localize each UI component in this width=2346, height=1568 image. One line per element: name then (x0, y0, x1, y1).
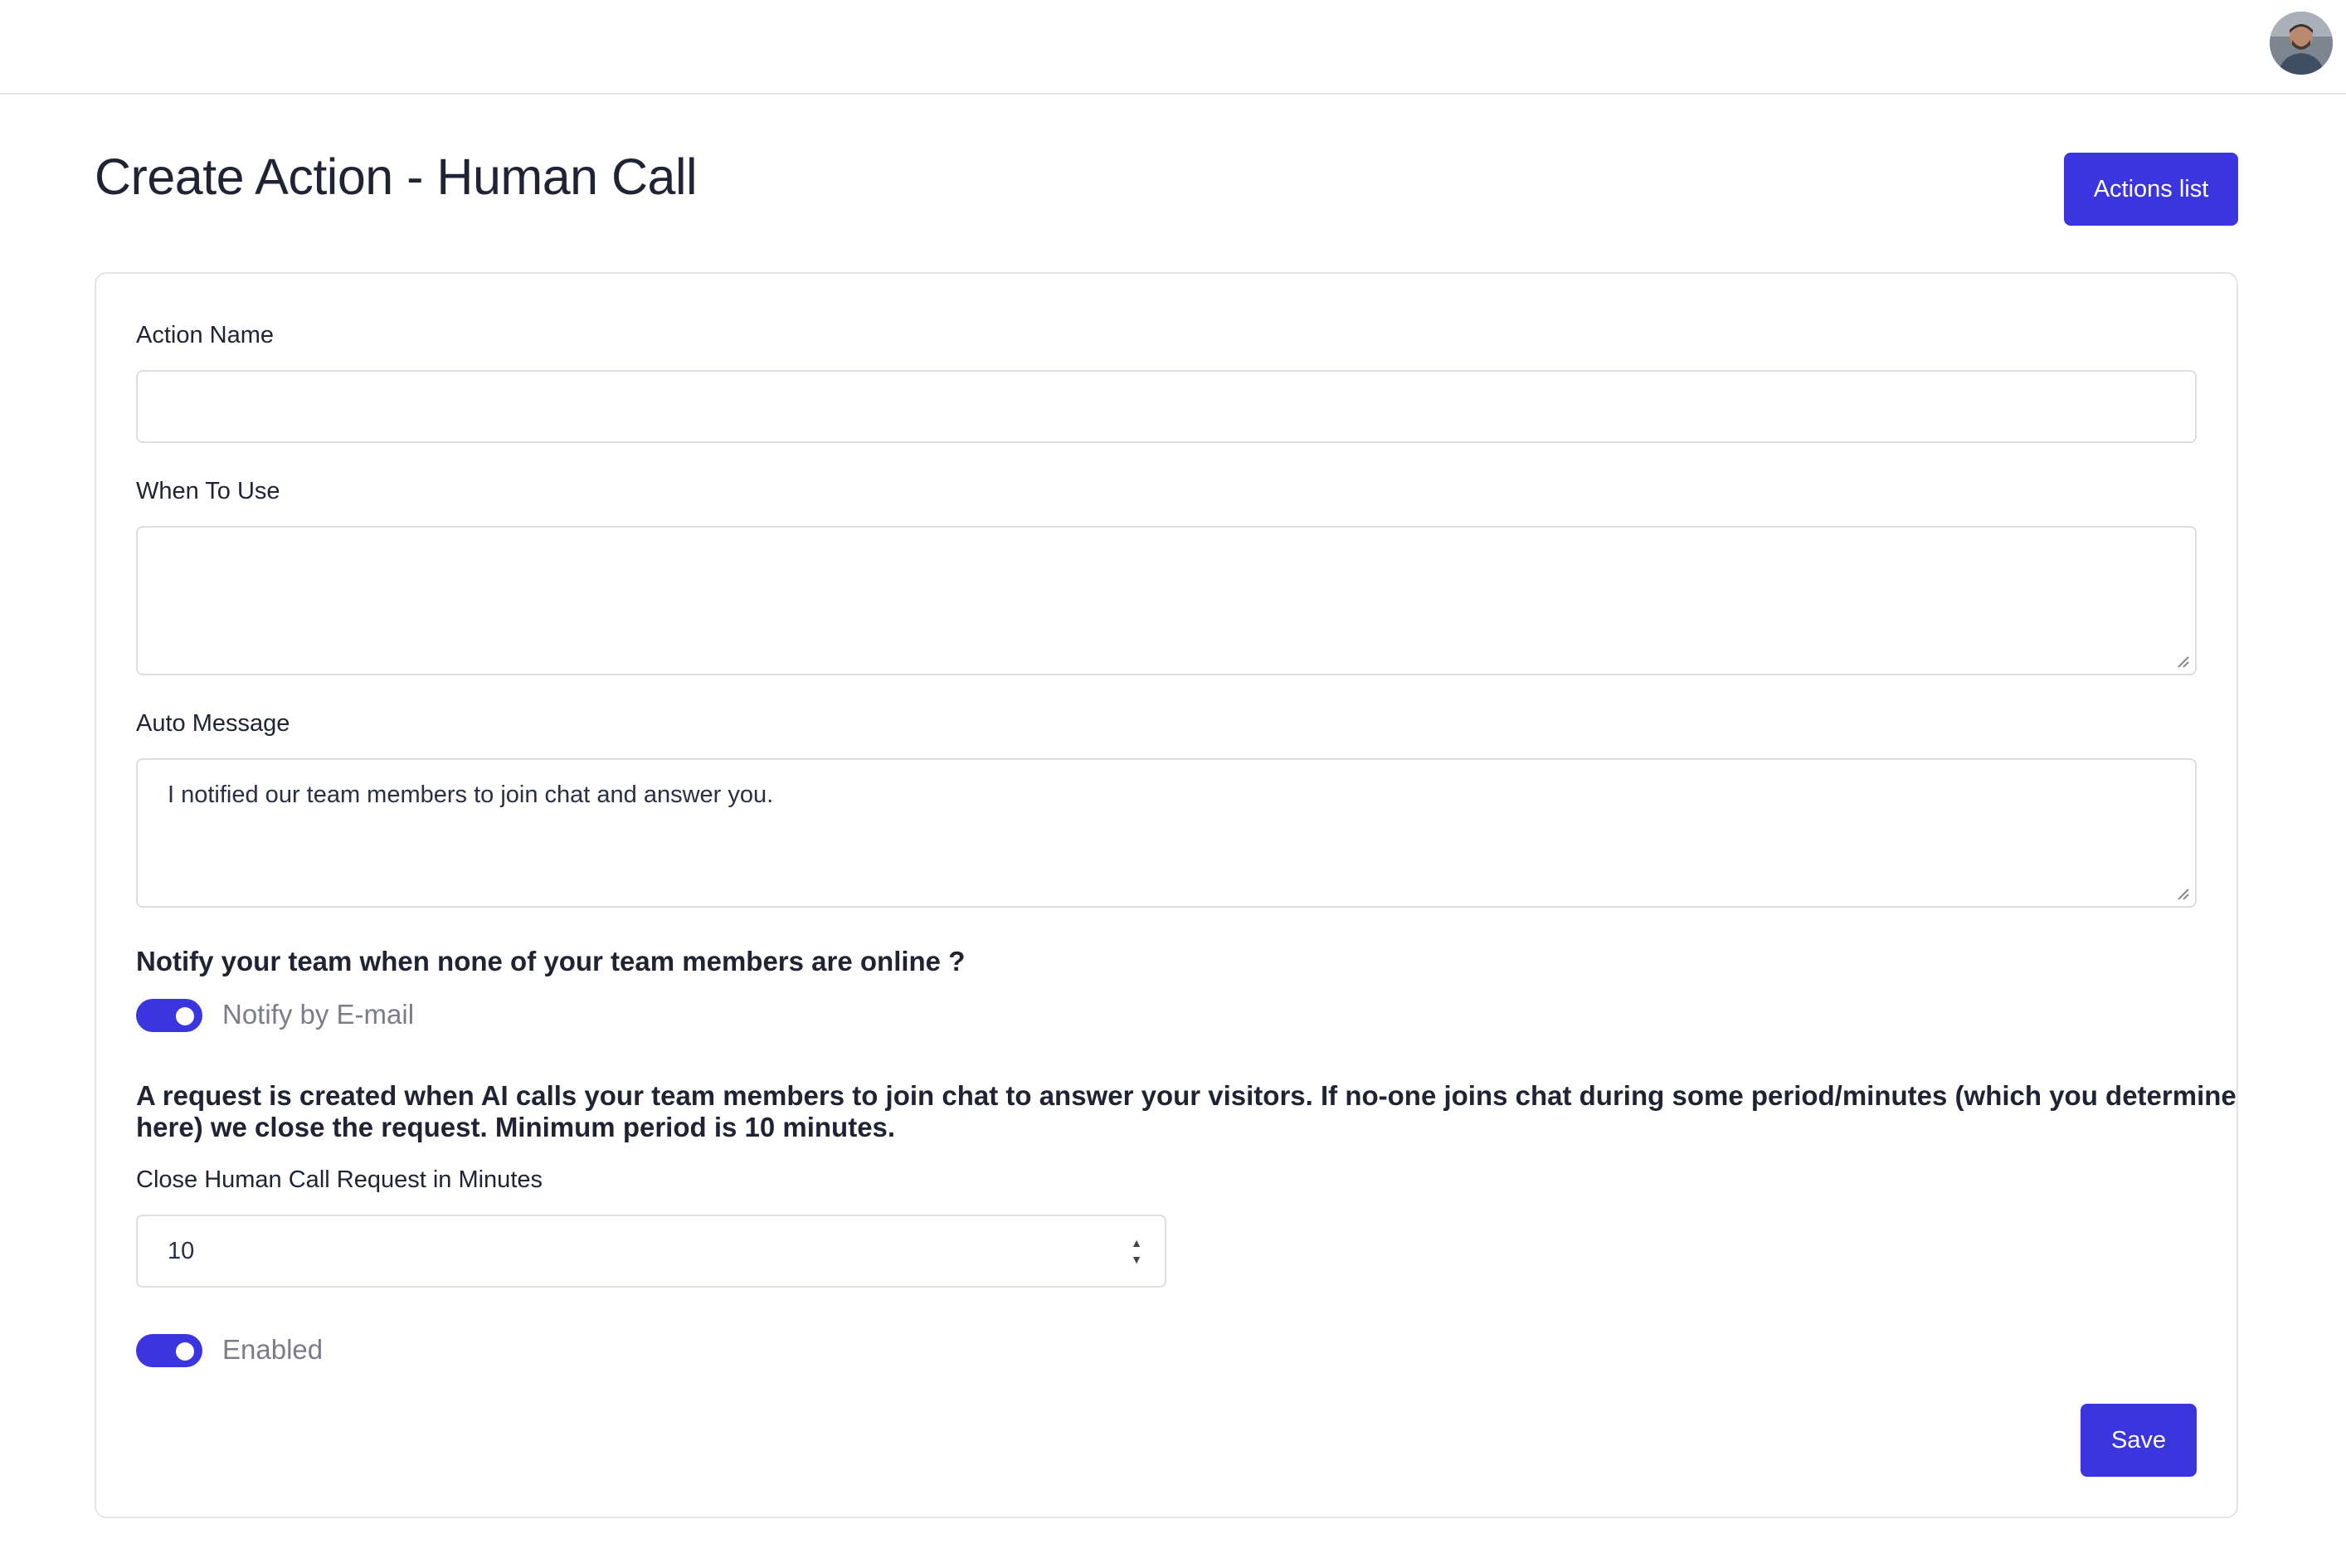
when-to-use-textarea[interactable] (136, 526, 2197, 675)
page-title: Create Action - Human Call (95, 149, 698, 205)
auto-message-label: Auto Message (136, 710, 290, 737)
notify-heading: Notify your team when none of your team … (136, 946, 966, 976)
enabled-toggle[interactable] (136, 1334, 202, 1367)
save-button[interactable]: Save (2081, 1404, 2197, 1477)
auto-message-textarea[interactable]: I notified our team members to join chat… (136, 758, 2197, 908)
action-name-input[interactable] (136, 370, 2197, 443)
top-navbar (0, 0, 2346, 95)
toggle-knob (176, 1007, 194, 1025)
notify-email-toggle[interactable] (136, 999, 202, 1032)
resize-grip-icon[interactable] (2175, 886, 2190, 901)
notify-email-label: Notify by E-mail (222, 999, 415, 1030)
toggle-knob (176, 1342, 194, 1361)
request-info-line-1: A request is created when AI calls your … (136, 1080, 2236, 1111)
action-name-label: Action Name (136, 322, 275, 348)
actions-list-button[interactable]: Actions list (2064, 153, 2238, 226)
stepper-up-icon[interactable]: ▲ (1131, 1237, 1142, 1249)
avatar-image (2270, 12, 2333, 75)
request-info-line-2: here) we close the request. Minimum peri… (136, 1112, 896, 1142)
close-minutes-label: Close Human Call Request in Minutes (136, 1166, 543, 1193)
when-to-use-label: When To Use (136, 478, 280, 504)
stepper-down-icon[interactable]: ▼ (1131, 1254, 1142, 1265)
resize-grip-icon[interactable] (2175, 654, 2190, 669)
enabled-label: Enabled (222, 1334, 324, 1365)
user-avatar[interactable] (2270, 12, 2333, 75)
number-stepper[interactable]: ▲ ▼ (1123, 1230, 1150, 1273)
close-minutes-input[interactable] (136, 1215, 1166, 1288)
